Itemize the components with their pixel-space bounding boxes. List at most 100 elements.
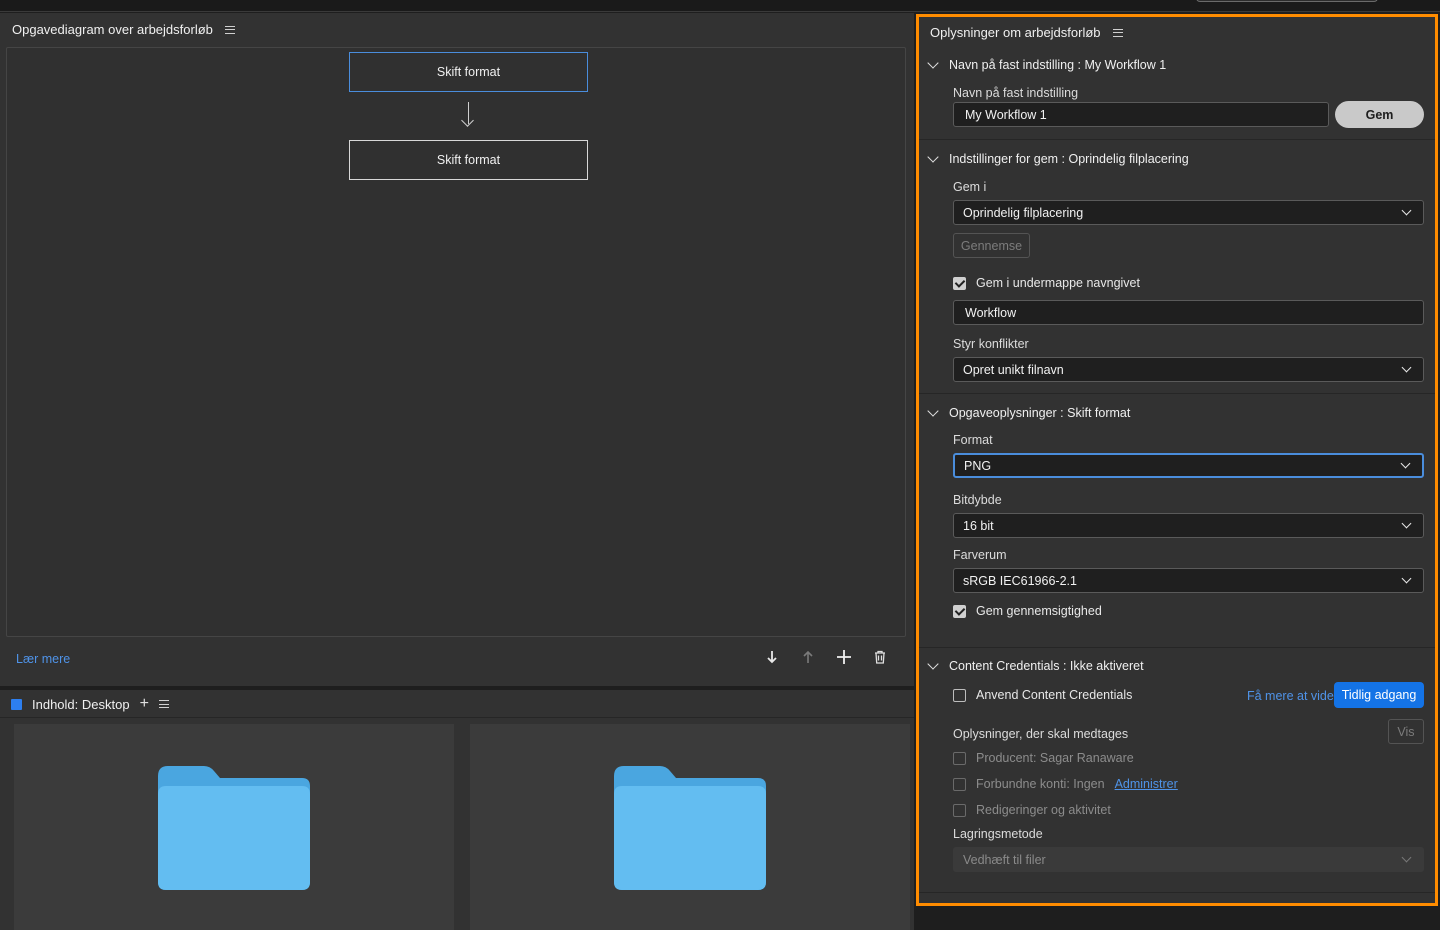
- learn-more-link[interactable]: Lær mere: [16, 652, 70, 666]
- learn-more-link[interactable]: Få mere at vide: [1247, 689, 1334, 703]
- section-save-settings[interactable]: Indstillinger for gem : Oprindelig filpl…: [927, 151, 1189, 166]
- folder-icon: [158, 766, 310, 890]
- move-up-button[interactable]: [800, 649, 816, 665]
- add-task-button[interactable]: [836, 649, 852, 665]
- plus-icon: [837, 650, 851, 664]
- content-panel-title: Indhold: Desktop: [32, 696, 130, 712]
- browse-button[interactable]: Gennemse: [953, 233, 1030, 258]
- top-bar: [0, 0, 1440, 12]
- task-node-label: Skift format: [436, 65, 501, 79]
- move-down-button[interactable]: [764, 649, 780, 665]
- panel-menu-icon[interactable]: [224, 25, 235, 34]
- producer-row: Producent: Sagar Ranaware: [953, 751, 1134, 765]
- chevron-down-icon: [1401, 362, 1412, 373]
- chevron-down-icon: [927, 658, 939, 670]
- section-title: Opgaveoplysninger : Skift format: [949, 406, 1131, 420]
- apply-credentials-row[interactable]: Anvend Content Credentials: [953, 688, 1132, 702]
- divider: [0, 717, 914, 718]
- diagram-panel-title: Opgavediagram over arbejdsforløb: [12, 22, 213, 37]
- chevron-down-icon: [927, 151, 939, 163]
- arrow-down-icon: [468, 102, 469, 124]
- delete-task-button[interactable]: [872, 649, 888, 665]
- manage-link[interactable]: Administrer: [1115, 777, 1178, 791]
- select-value: 16 bit: [963, 518, 994, 533]
- section-task-info[interactable]: Opgaveoplysninger : Skift format: [927, 405, 1131, 420]
- chevron-down-icon: [1400, 458, 1411, 469]
- preset-name-label: Navn på fast indstilling: [953, 86, 1079, 100]
- apply-credentials-checkbox[interactable]: [953, 688, 966, 702]
- colorspace-label: Farverum: [953, 548, 1007, 562]
- diagram-canvas[interactable]: Skift format Skift format: [6, 47, 906, 637]
- chevron-down-icon: [1401, 852, 1412, 863]
- divider: [919, 647, 1435, 648]
- add-content-button[interactable]: +: [140, 696, 149, 712]
- section-content-credentials[interactable]: Content Credentials : Ikke aktiveret: [927, 658, 1144, 673]
- edits-checkbox: [953, 803, 966, 817]
- divider: [919, 892, 1435, 893]
- select-value: Vedhæft til filer: [963, 852, 1046, 867]
- colorspace-select[interactable]: sRGB IEC61966-2.1: [953, 568, 1424, 593]
- folder-tile-1[interactable]: [14, 724, 454, 930]
- transparency-label: Gem gennemsigtighed: [976, 604, 1102, 618]
- diagram-panel-header: Opgavediagram over arbejdsforløb: [12, 22, 235, 37]
- section-title: Indstillinger for gem : Oprindelig filpl…: [949, 152, 1189, 166]
- workflow-info-panel: Oplysninger om arbejdsforløb Navn på fas…: [916, 14, 1438, 906]
- early-access-button[interactable]: Tidlig adgang: [1334, 682, 1424, 708]
- storage-method-label: Lagringsmetode: [953, 827, 1043, 841]
- task-node-label: Skift format: [436, 153, 501, 167]
- divider: [919, 393, 1435, 394]
- select-value: sRGB IEC61966-2.1: [963, 573, 1077, 588]
- top-search-field[interactable]: [1196, 0, 1378, 2]
- diagram-toolbar: [764, 649, 888, 665]
- conflicts-select[interactable]: Opret unikt filnavn: [953, 357, 1424, 382]
- save-preset-button[interactable]: Gem: [1335, 101, 1424, 128]
- trash-icon: [875, 650, 885, 664]
- chevron-down-icon: [1401, 205, 1412, 216]
- apply-credentials-label: Anvend Content Credentials: [976, 688, 1133, 702]
- format-label: Format: [953, 433, 993, 447]
- bitdepth-select[interactable]: 16 bit: [953, 513, 1424, 538]
- content-panel-header: Indhold: Desktop +: [11, 696, 169, 712]
- view-button[interactable]: Vis: [1388, 719, 1424, 744]
- save-in-label: Gem i: [953, 180, 987, 194]
- transparency-checkbox[interactable]: [953, 604, 966, 618]
- chevron-down-icon: [927, 57, 939, 69]
- edits-row: Redigeringer og aktivitet: [953, 803, 1111, 817]
- producer-checkbox: [953, 751, 966, 765]
- select-value: PNG: [964, 458, 992, 473]
- section-title: Content Credentials : Ikke aktiveret: [949, 659, 1144, 673]
- folder-tile-2[interactable]: [470, 724, 910, 930]
- subfolder-checkbox[interactable]: [953, 276, 966, 290]
- preset-name-input[interactable]: My Workflow 1: [953, 102, 1329, 127]
- arrow-down-icon: [767, 651, 777, 664]
- section-preset-name[interactable]: Navn på fast indstilling : My Workflow 1: [927, 57, 1167, 72]
- bitdepth-label: Bitdybde: [953, 493, 1002, 507]
- transparency-checkbox-row[interactable]: Gem gennemsigtighed: [953, 604, 1102, 618]
- producer-label: Producent: Sagar Ranaware: [976, 751, 1134, 765]
- section-title: Navn på fast indstilling : My Workflow 1: [949, 58, 1167, 72]
- format-select[interactable]: PNG: [953, 453, 1424, 478]
- accounts-checkbox: [953, 777, 966, 791]
- accounts-label: Forbundne konti: Ingen: [976, 777, 1105, 791]
- divider: [919, 139, 1435, 140]
- include-info-label: Oplysninger, der skal medtages: [953, 727, 1129, 741]
- info-panel-header: Oplysninger om arbejdsforløb: [930, 25, 1123, 40]
- task-node-1[interactable]: Skift format: [349, 52, 588, 92]
- conflicts-label: Styr konflikter: [953, 337, 1029, 351]
- subfolder-name-input[interactable]: Workflow: [953, 300, 1424, 325]
- connected-accounts-row: Forbundne konti: Ingen Administrer: [953, 777, 1178, 791]
- chevron-down-icon: [927, 405, 939, 417]
- chevron-down-icon: [1401, 573, 1412, 584]
- panel-menu-icon[interactable]: [1112, 28, 1123, 37]
- save-in-select[interactable]: Oprindelig filplacering: [953, 200, 1424, 225]
- folder-icon: [614, 766, 766, 890]
- chevron-down-icon: [1401, 518, 1412, 529]
- storage-method-select: Vedhæft til filer: [953, 847, 1424, 872]
- select-value: Oprindelig filplacering: [963, 205, 1084, 220]
- task-diagram-panel: Opgavediagram over arbejdsforløb Skift f…: [0, 13, 914, 686]
- panel-color-icon: [11, 698, 22, 710]
- task-node-2[interactable]: Skift format: [349, 140, 588, 180]
- subfolder-checkbox-row[interactable]: Gem i undermappe navngivet: [953, 276, 1140, 290]
- panel-menu-icon[interactable]: [158, 700, 169, 708]
- info-panel-title: Oplysninger om arbejdsforløb: [930, 25, 1101, 40]
